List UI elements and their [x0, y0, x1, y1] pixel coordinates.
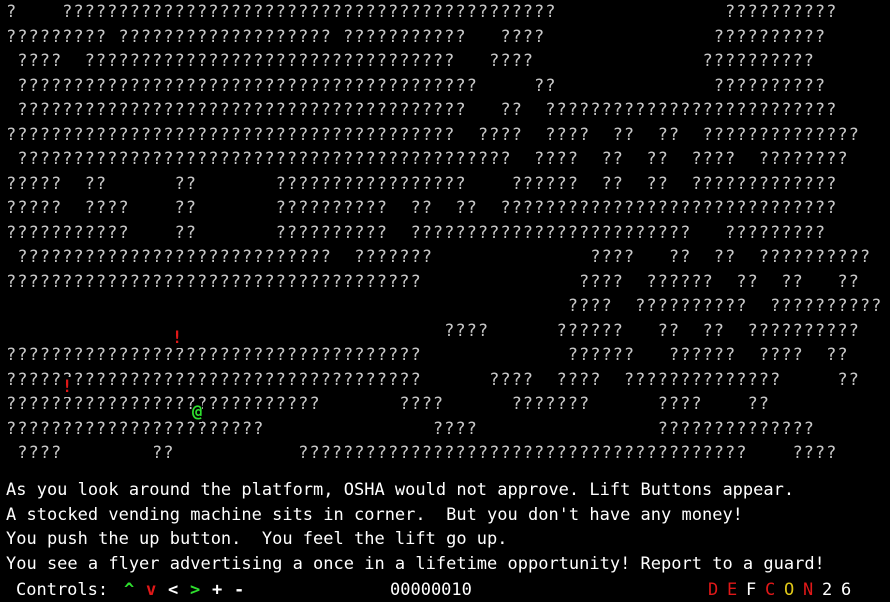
message-line: You push the up button. You feel the lif…	[6, 529, 508, 549]
map-row: ????????????????????????????????????? ??…	[6, 271, 860, 292]
game-screen: ? ??????????????????????????????????????…	[0, 0, 890, 602]
map-row: ??????????? ?? ?????????? ??????????????…	[6, 222, 827, 243]
plus-control[interactable]: +	[212, 578, 222, 602]
message-line: As you look around the platform, OSHA wo…	[6, 480, 795, 500]
score-counter: 00000010	[390, 580, 472, 600]
defcon-char: E	[727, 580, 738, 600]
map-row: ????????????????????????????????????????…	[6, 124, 860, 145]
map-row: ??????????????????????? ???? ???????????…	[6, 418, 815, 439]
game-map: ? ??????????????????????????????????????…	[6, 2, 890, 476]
controls-label: Controls:	[16, 580, 109, 600]
status-bar: Controls: ^ v < > + - 00000010 DEFCON26	[0, 578, 890, 602]
map-row: ????? ?? ?? ????????????????? ?????? ?? …	[6, 173, 838, 194]
defcon-char: F	[746, 580, 757, 600]
message-line: You see a flyer advertising a once in a …	[6, 553, 825, 574]
map-row: ????????????????????????????????????????…	[6, 100, 838, 120]
map-row: ????????????????????????????????????? ??…	[6, 345, 849, 365]
map-row: ????????? ??????????????????? ??????????…	[6, 26, 827, 47]
map-row: ???????????????????????????? ???? ??????…	[6, 394, 770, 414]
alert-marker: !	[62, 377, 73, 397]
map-row: ???????????????????????????? ??????? ???…	[6, 247, 872, 267]
map-row: ???? ????????????????????????????????? ?…	[6, 51, 815, 71]
up-control[interactable]: ^	[124, 578, 134, 602]
map-row: ????????????????????????????????????? ??…	[6, 369, 860, 390]
defcon-char: 6	[841, 580, 852, 600]
defcon-char: O	[784, 580, 795, 600]
map-row: ????????????????????????????????????????…	[6, 149, 849, 169]
map-row: ? ??????????????????????????????????????…	[6, 2, 838, 22]
defcon-indicator: DEFCON26	[708, 578, 860, 602]
player-marker: @	[192, 402, 203, 422]
map-row: ???? ?????? ?? ?? ??????????	[6, 320, 860, 341]
left-control[interactable]: <	[168, 578, 178, 602]
minus-control[interactable]: -	[234, 578, 244, 602]
message-log: As you look around the platform, OSHA wo…	[6, 478, 886, 576]
defcon-char: 2	[822, 580, 833, 600]
defcon-char: C	[765, 580, 776, 600]
alert-marker: !	[172, 328, 183, 348]
message-line: A stocked vending machine sits in corner…	[6, 504, 743, 525]
right-control[interactable]: >	[190, 578, 200, 602]
map-row: ???? ?????????? ??????????	[6, 296, 883, 316]
defcon-char: N	[803, 580, 814, 600]
map-row: ????????????????????????????????????????…	[6, 75, 827, 96]
defcon-char: D	[708, 580, 719, 600]
down-control[interactable]: v	[146, 578, 156, 602]
map-row: ????? ???? ?? ?????????? ?? ?? ?????????…	[6, 198, 838, 218]
map-row: ???? ?? ????????????????????????????????…	[6, 443, 838, 463]
